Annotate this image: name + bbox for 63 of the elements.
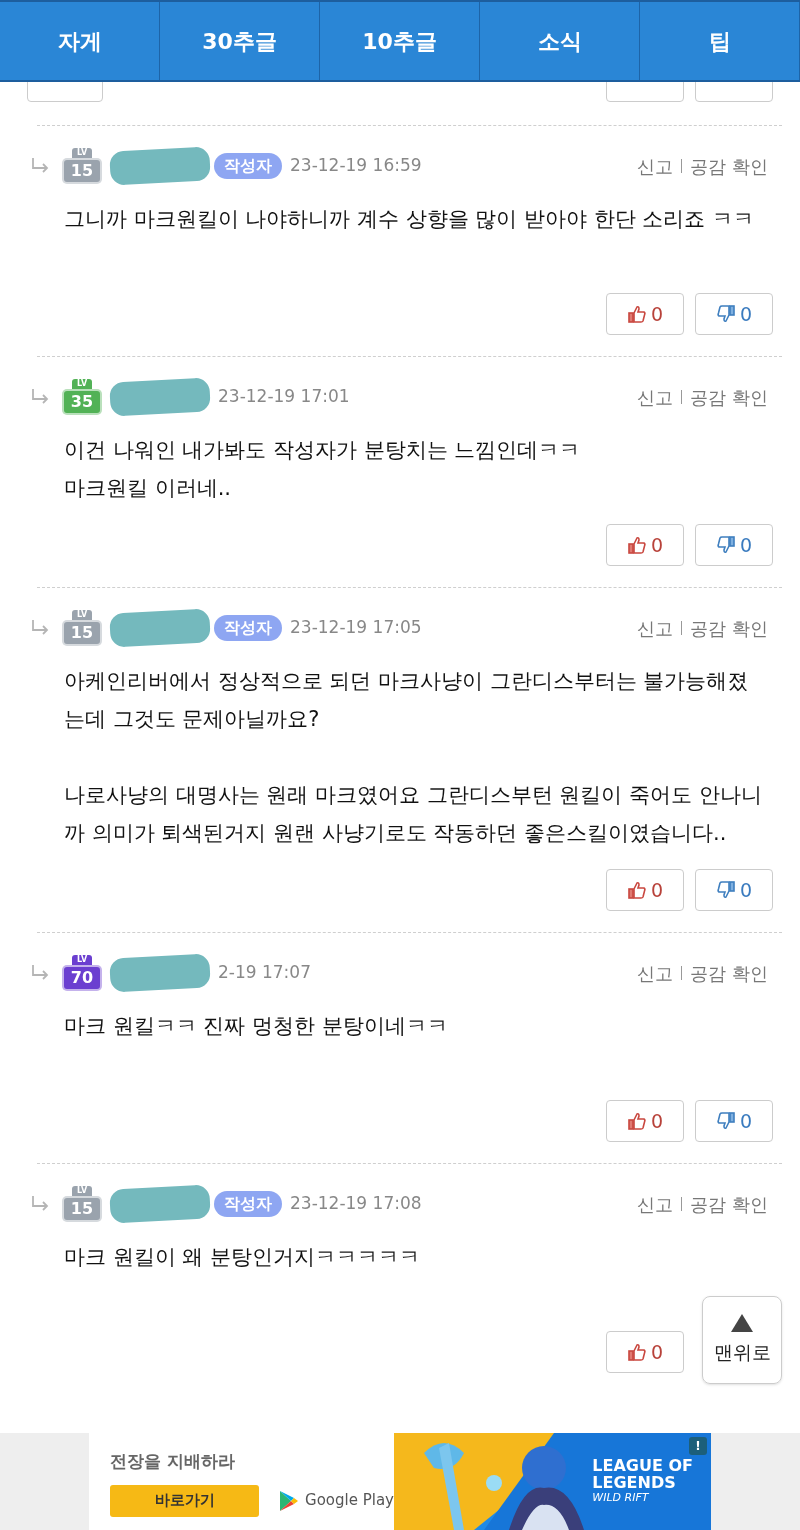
empathy-link[interactable]: 공감 확인 — [690, 959, 768, 987]
dislike-button[interactable]: 0 — [695, 293, 773, 335]
comment-date: 23-12-19 17:08 — [290, 1192, 422, 1216]
nav-tab[interactable]: 소식 — [480, 2, 640, 80]
store-label: Google Play — [305, 1490, 394, 1512]
thumbs-up-icon — [626, 535, 647, 555]
logo-text: LEGENDS — [592, 1474, 676, 1491]
reply-arrow-icon — [30, 388, 50, 406]
thumbs-up-icon — [626, 304, 647, 324]
empathy-link[interactable]: 공감 확인 — [690, 614, 768, 642]
thumbs-down-icon — [715, 535, 736, 555]
thumbs-down-icon — [715, 880, 736, 900]
comment-text: 마크 원킬이 왜 분탕인거지ㅋㅋㅋㅋㅋ — [64, 1244, 422, 1271]
ad-headline: 전장을 지배하라 — [110, 1450, 236, 1473]
reply-arrow-icon — [30, 964, 50, 982]
report-link[interactable]: 신고 — [637, 152, 674, 180]
reply-arrow-icon — [30, 619, 50, 637]
empathy-link[interactable]: 공감 확인 — [690, 1190, 768, 1218]
empathy-link[interactable]: 공감 확인 — [690, 152, 768, 180]
empathy-link[interactable]: 공감 확인 — [690, 383, 768, 411]
nav-tab[interactable]: 30추글 — [160, 2, 320, 80]
dislike-button[interactable]: 0 — [695, 869, 773, 911]
author-tag: 작성자 — [214, 153, 282, 179]
nav-tab[interactable]: 팁 — [640, 2, 800, 80]
like-button[interactable]: 0 — [606, 524, 684, 566]
reply-arrow-icon — [30, 157, 50, 175]
like-button[interactable]: 0 — [606, 1331, 684, 1373]
nav-tab[interactable]: 자게 — [0, 2, 160, 80]
play-store-icon — [279, 1489, 300, 1512]
thumbs-down-icon — [715, 304, 736, 324]
like-button[interactable]: 0 — [606, 1100, 684, 1142]
reply-arrow-icon — [30, 1195, 50, 1213]
report-link[interactable]: 신고 — [637, 383, 674, 411]
up-triangle-icon — [731, 1313, 753, 1332]
comment-date: 23-12-19 17:05 — [290, 616, 422, 640]
like-button[interactable]: 0 — [606, 869, 684, 911]
comment-date: 2-19 17:07 — [218, 961, 311, 985]
ad-info-icon[interactable]: ! — [689, 1437, 707, 1455]
thumbs-up-icon — [626, 1342, 647, 1362]
report-link[interactable]: 신고 — [637, 959, 674, 987]
dislike-button[interactable]: 0 — [695, 1100, 773, 1142]
like-button[interactable]: 0 — [606, 293, 684, 335]
comment-text: 마크원킬 이러네.. — [64, 475, 233, 502]
comment-text: 마크 원킬ㅋㅋ 진짜 멍청한 분탕이네ㅋㅋ — [64, 1013, 449, 1040]
report-link[interactable]: 신고 — [637, 614, 674, 642]
comment-text: 그니까 마크원킬이 나야하니까 계수 상향을 많이 받아야 한단 소리죠 ㅋㅋ — [64, 206, 756, 233]
thumbs-down-icon — [715, 1111, 736, 1131]
author-tag: 작성자 — [214, 615, 282, 641]
logo-text: WILD RIFT — [592, 1491, 649, 1504]
thumbs-up-icon — [626, 880, 647, 900]
author-tag: 작성자 — [214, 1191, 282, 1217]
ad-cta-button[interactable]: 바로가기 — [110, 1484, 260, 1517]
dislike-button[interactable]: 0 — [695, 524, 773, 566]
comment-text: 아케인리버에서 정상적으로 되던 마크사냥이 그란디스부터는 불가능해졌는데 그것도 문제아닐까요? — [64, 668, 750, 733]
comment-text: 이건 나워인 내가봐도 작성자가 분탕치는 느낌인데ㅋㅋ — [64, 437, 582, 464]
logo-text: LEAGUE OF — [592, 1457, 693, 1474]
report-link[interactable]: 신고 — [637, 1190, 674, 1218]
comment-date: 23-12-19 17:01 — [218, 385, 350, 409]
nav-tab[interactable]: 10추글 — [320, 2, 480, 80]
back-to-top-button[interactable]: 맨위로 — [702, 1296, 782, 1384]
comment-date: 23-12-19 16:59 — [290, 154, 422, 178]
thumbs-up-icon — [626, 1111, 647, 1131]
comment-text: 나로사냥의 대명사는 원래 마크였어요 그란디스부턴 원킬이 죽어도 안나니까 의미가 퇴색된거지 원랜 사냥기로도 작동하던 좋은스킬이였습니다.. — [64, 782, 763, 847]
